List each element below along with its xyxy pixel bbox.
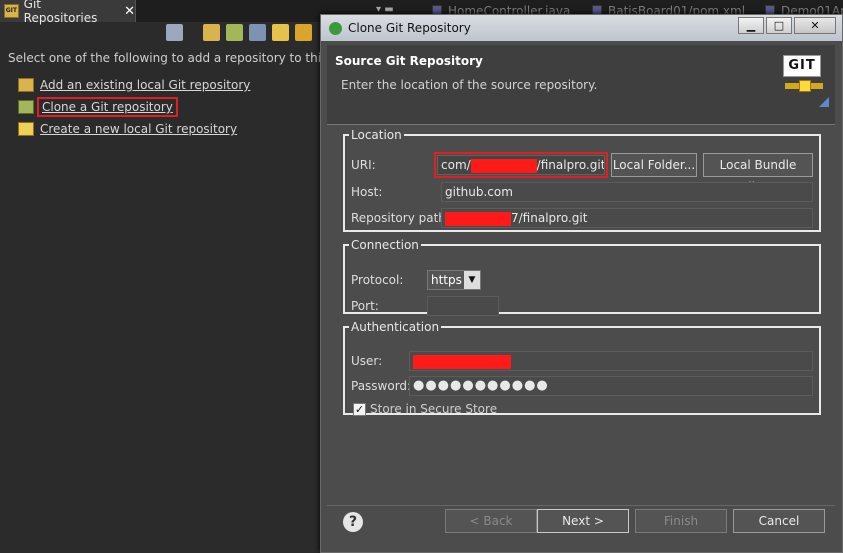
add-existing-repo-link[interactable]: Add an existing local Git repository (18, 78, 250, 92)
close-button[interactable]: ✕ (794, 17, 836, 34)
add-repository-icon[interactable] (203, 24, 220, 41)
password-input[interactable]: ●●●●●●●●●●● (409, 376, 813, 396)
local-bundle-file-button[interactable]: Local Bundle File... (703, 153, 813, 194)
link-label: Add an existing local Git repository (40, 78, 251, 92)
protocol-label: Protocol: (351, 273, 404, 287)
collapse-all-icon[interactable] (166, 24, 183, 41)
repository-path-input[interactable]: 7/finalpro.git (441, 208, 813, 228)
authentication-group: Authentication User: Password: ●●●●●●●●●… (343, 320, 821, 416)
repo-create-icon (18, 122, 34, 136)
import-repository-icon[interactable] (249, 24, 266, 41)
uri-prefix: com/ (441, 158, 471, 172)
link-label: Create a new local Git repository (40, 122, 238, 136)
connection-group: Connection Protocol: https ▼ Port: (343, 238, 821, 316)
repository-path-suffix: 7/finalpro.git (511, 211, 588, 225)
repository-path-label: Repository path: (351, 211, 450, 225)
next-button-label: Next > (562, 514, 604, 528)
view-message: Select one of the following to add a rep… (8, 51, 349, 65)
banner-title: Source Git Repository (335, 54, 483, 68)
eclipse-icon (329, 21, 342, 35)
git-repositories-tab-label: Git Repositories (23, 0, 98, 25)
password-label: Password: (351, 379, 412, 393)
redaction (445, 211, 511, 226)
git-logo-icon: GIT (783, 55, 829, 107)
view-toolbar (166, 24, 312, 46)
dialog-titlebar[interactable]: Clone Git Repository ▁ □ ✕ (321, 15, 842, 41)
dialog-title: Clone Git Repository (348, 21, 471, 35)
help-icon[interactable]: ? (343, 512, 363, 532)
banner-description: Enter the location of the source reposit… (341, 78, 598, 92)
store-in-secure-store-checkbox[interactable]: ✓ Store in Secure Store (353, 402, 497, 416)
host-label: Host: (351, 185, 383, 199)
user-input[interactable] (409, 351, 813, 371)
create-repository-icon[interactable] (272, 24, 289, 41)
maximize-button[interactable]: □ (766, 17, 792, 34)
port-label: Port: (351, 299, 379, 313)
user-label: User: (351, 354, 383, 368)
connection-legend: Connection (351, 238, 419, 252)
clone-repository-icon[interactable] (226, 24, 243, 41)
next-button[interactable]: Next > (537, 509, 629, 533)
location-legend: Location (351, 128, 402, 142)
authentication-legend: Authentication (351, 320, 440, 334)
clone-icon (18, 100, 34, 114)
local-folder-button[interactable]: Local Folder... (611, 153, 697, 177)
location-group: Location URI: com/ /finalpro.git Local Fo… (343, 128, 821, 232)
close-icon[interactable]: ✕ (124, 4, 135, 19)
store-in-secure-store-label: Store in Secure Store (370, 402, 498, 416)
host-input[interactable]: github.com (441, 182, 813, 202)
create-repo-link[interactable]: Create a new local Git repository (18, 122, 237, 136)
uri-input[interactable]: com/ /finalpro.git (434, 152, 608, 178)
git-logo-text: GIT (783, 55, 821, 77)
folder-add-icon (18, 78, 34, 92)
port-input[interactable] (427, 296, 499, 316)
protocol-value: https (431, 273, 462, 287)
protocol-select[interactable]: https ▼ (427, 270, 481, 290)
clone-repo-link[interactable]: Clone a Git repository (18, 97, 178, 117)
minimize-button[interactable]: ▁ (738, 17, 764, 34)
uri-label: URI: (351, 158, 376, 172)
redaction (470, 158, 537, 173)
link-label: Clone a Git repository (37, 97, 178, 117)
chevron-down-icon: ▼ (464, 271, 480, 289)
wizard-banner: Source Git Repository Enter the location… (327, 45, 835, 125)
git-repositories-tab[interactable]: GIT Git Repositories ✕ (0, 0, 136, 25)
clone-git-repository-dialog: Clone Git Repository ▁ □ ✕ Source Git Re… (320, 14, 843, 553)
finish-button[interactable]: Finish (635, 509, 727, 533)
redaction (413, 354, 511, 369)
checkbox-checked-icon: ✓ (353, 402, 366, 416)
footer-separator (327, 505, 835, 506)
refresh-icon[interactable] (295, 24, 312, 41)
back-button[interactable]: < Back (445, 509, 537, 533)
git-icon: GIT (4, 4, 19, 18)
cancel-button[interactable]: Cancel (733, 509, 825, 533)
uri-suffix: /finalpro.git (536, 158, 605, 172)
